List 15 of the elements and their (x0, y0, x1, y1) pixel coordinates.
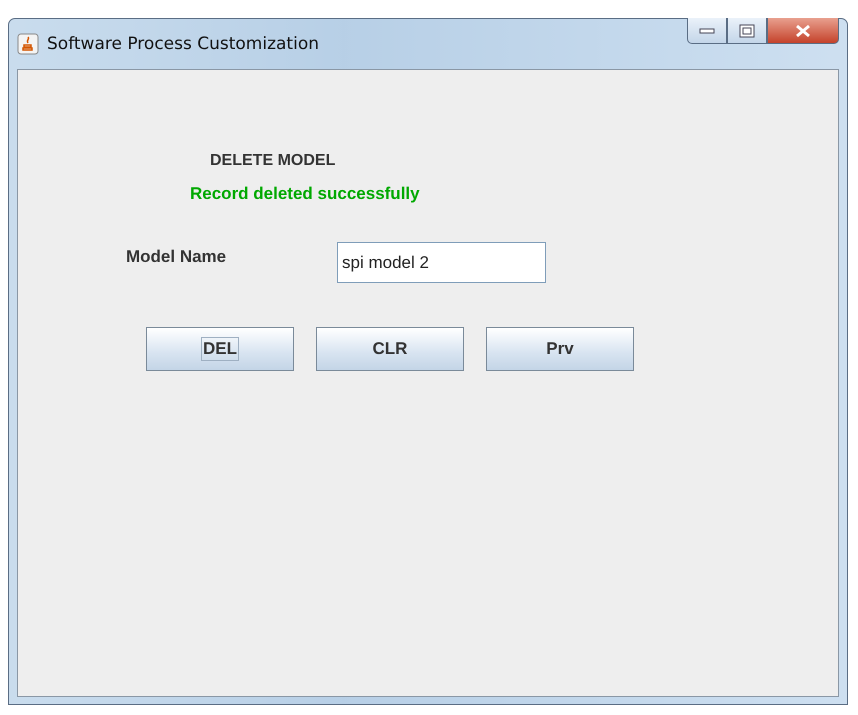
close-icon (794, 24, 812, 38)
maximize-button[interactable] (727, 18, 767, 44)
minimize-icon (699, 28, 715, 34)
close-button[interactable] (767, 18, 839, 44)
window-title: Software Process Customization (47, 34, 320, 54)
action-button[interactable]: DEL (146, 327, 294, 371)
action-button[interactable]: Prv (486, 327, 634, 371)
model-name-label: Model Name (126, 246, 228, 266)
model-name-field[interactable]: spi model 2 (337, 242, 546, 283)
action-button[interactable]: CLR (316, 327, 464, 371)
status-message: Record deleted successfully (190, 184, 421, 204)
minimize-button[interactable] (687, 18, 727, 44)
form-heading: DELETE MODEL (210, 152, 336, 170)
maximize-icon (739, 24, 755, 38)
java-cup-icon (17, 33, 39, 55)
